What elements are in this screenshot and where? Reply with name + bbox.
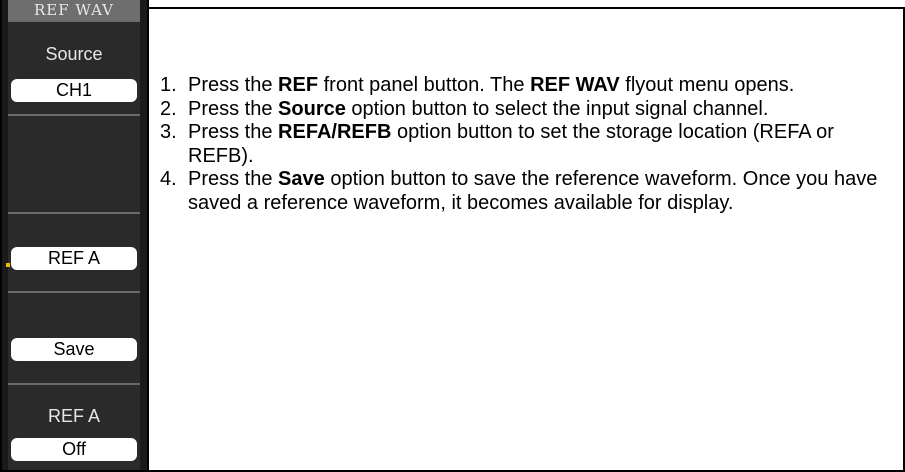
menu-title: REF WAV xyxy=(8,0,140,20)
source-label: Source xyxy=(45,44,103,64)
selection-marker xyxy=(6,263,10,267)
frame-divider xyxy=(147,0,149,472)
step-number: 4. xyxy=(160,168,177,190)
step-number: 2. xyxy=(160,97,177,120)
ref-wav-menu: REF WAV Source CH1 REF A Save REF A Off xyxy=(2,0,147,470)
menu-right-strip xyxy=(140,0,147,470)
menu-separator xyxy=(8,383,140,385)
step-text: Press the REFA/REFB option button to set… xyxy=(188,121,834,167)
step-text: Press the Save option button to save the… xyxy=(188,168,878,214)
ref-display-label: REF A xyxy=(47,406,100,426)
ref-display-option-button[interactable]: Off xyxy=(11,438,137,461)
step-2: 2. Press the Source option button to sel… xyxy=(160,98,895,122)
menu-separator xyxy=(8,212,140,214)
step-text: Press the Source option button to select… xyxy=(188,97,769,120)
step-text: Press the REF front panel button. The RE… xyxy=(188,74,795,96)
menu-separator xyxy=(8,291,140,293)
source-option-button[interactable]: CH1 xyxy=(11,79,137,102)
refab-option-button[interactable]: REF A xyxy=(11,247,137,270)
save-option-button[interactable]: Save xyxy=(11,338,137,361)
step-1: 1. Press the REF front panel button. The… xyxy=(160,74,895,98)
menu-separator xyxy=(8,114,140,116)
frame-top-border xyxy=(148,7,905,9)
step-3: 3. Press the REFA/REFB option button to … xyxy=(160,121,895,168)
menu-left-strip xyxy=(2,0,8,470)
instruction-list: 1. Press the REF front panel button. The… xyxy=(160,74,895,215)
step-number: 1. xyxy=(160,74,177,96)
menu-separator xyxy=(8,20,140,22)
step-number: 3. xyxy=(160,121,177,143)
step-4: 4. Press the Save option button to save … xyxy=(160,168,895,215)
